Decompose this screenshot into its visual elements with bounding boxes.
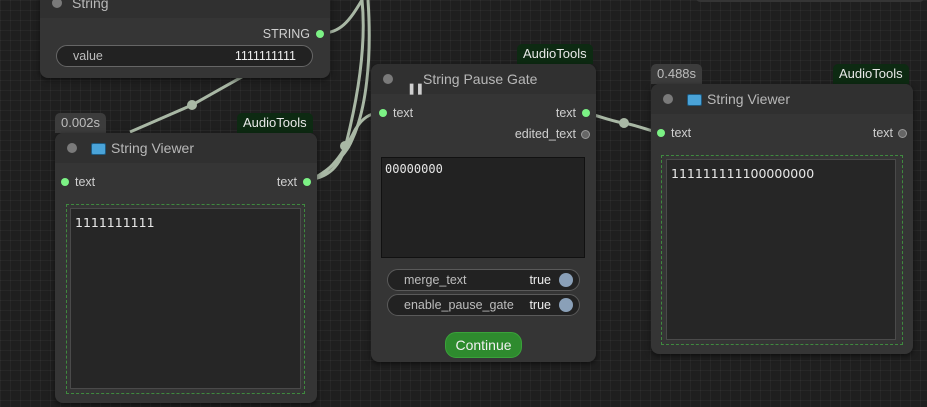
output-label: text [276,175,297,189]
text-display[interactable]: 1111111111 [70,208,301,389]
widget-label: merge_text [404,273,467,287]
string-node[interactable]: String STRING value 1111111111 [40,0,330,78]
node-header[interactable]: ❚❚ String Pause Gate [371,64,596,95]
widget-value: 1111111111 [234,49,296,63]
string-pause-gate-node[interactable]: ❚❚ String Pause Gate text text edited_te… [371,64,596,362]
input-slot-text[interactable]: text [657,125,692,141]
execution-time-badge: 0.002s [55,113,107,133]
output-label: edited_text [514,127,576,141]
input-connector[interactable] [657,129,665,137]
text-editor[interactable]: 00000000 [381,157,585,258]
execution-time-badge: 0.488s [651,64,703,84]
input-slot-text[interactable]: text [61,174,96,190]
widget-value: true [529,298,551,312]
toggle-knob[interactable] [559,273,573,287]
pause-icon: ❚❚ [407,83,424,95]
input-connector[interactable] [61,178,69,186]
output-label: text [872,126,893,140]
input-label: text [671,126,692,140]
tv-icon [687,94,702,106]
output-connector[interactable] [581,130,590,139]
text-display[interactable]: 111111111100000000 [666,159,896,340]
group-badge: AudioTools [237,113,313,133]
string-viewer-node-left[interactable]: String Viewer text text 1111111111 [55,133,317,403]
output-label: text [555,106,576,120]
output-slot-text[interactable]: text [555,105,590,121]
widget-label: value [73,49,103,63]
input-label: text [75,175,96,189]
input-connector[interactable] [379,109,387,117]
output-connector[interactable] [316,30,324,38]
continue-button[interactable]: Continue [445,332,522,358]
collapse-toggle[interactable] [663,94,673,104]
output-slot-edited-text[interactable]: edited_text [514,126,590,142]
widget-value: true [529,273,551,287]
collapse-toggle[interactable] [67,143,77,153]
widget-label: enable_pause_gate [404,298,514,312]
output-connector[interactable] [898,129,907,138]
node-header[interactable]: String Viewer [55,133,317,163]
input-label: text [393,106,414,120]
group-badge: AudioTools [517,44,593,64]
output-connector[interactable] [582,109,590,117]
partial-node-edge [695,0,925,2]
node-title: String Viewer [707,91,791,107]
node-header[interactable]: String Viewer [651,84,913,114]
enable-pause-gate-toggle[interactable]: enable_pause_gate true [387,294,580,316]
output-slot-text[interactable]: text [872,125,907,141]
string-node-header[interactable]: String [40,0,330,18]
collapse-toggle[interactable] [52,0,62,8]
toggle-knob[interactable] [559,298,573,312]
node-title: String Pause Gate [423,71,538,87]
output-label: STRING [262,27,310,41]
group-badge: AudioTools [833,64,909,84]
input-slot-text[interactable]: text [379,105,414,121]
collapse-toggle[interactable] [383,74,393,84]
node-title: String Viewer [111,140,195,156]
node-title: String [72,0,109,11]
output-slot-string[interactable]: STRING [262,26,324,42]
value-widget[interactable]: value 1111111111 [56,45,313,67]
output-connector[interactable] [303,178,311,186]
string-viewer-node-right[interactable]: String Viewer text text 1111111111000000… [651,84,913,354]
tv-icon [91,143,106,155]
merge-text-toggle[interactable]: merge_text true [387,269,580,291]
output-slot-text[interactable]: text [276,174,311,190]
